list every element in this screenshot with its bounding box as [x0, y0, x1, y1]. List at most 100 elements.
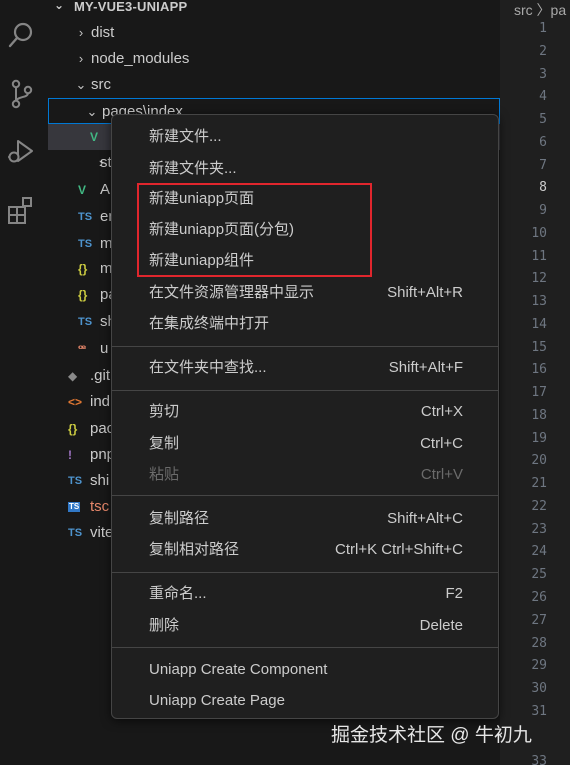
tree-item-label: st: [100, 154, 112, 171]
breadcrumb[interactable]: src 〉pa: [514, 0, 566, 20]
activity-bar: [0, 0, 48, 765]
menu-item-label: 复制相对路径: [149, 541, 240, 558]
menu-item-label: 新建文件...: [149, 128, 222, 145]
line-number: 24: [531, 544, 547, 559]
chevron-down-icon: ⌄: [75, 77, 87, 92]
ts-icon: TS: [68, 475, 83, 487]
tree-item-label: A: [100, 181, 111, 198]
menu-item-label: 粘贴: [149, 466, 180, 483]
menu-item-label: 复制: [149, 435, 180, 452]
line-number: 30: [531, 681, 547, 696]
menu-item-label: 在文件夹中查找...: [149, 359, 267, 376]
tree-item-label: u: [100, 340, 109, 357]
line-number: 9: [539, 203, 547, 218]
menu-item-label: 剪切: [149, 403, 180, 420]
menu-item-shortcut: Ctrl+X: [420, 403, 463, 420]
menu-separator: [112, 572, 498, 573]
yaml-icon: !: [68, 448, 72, 462]
menu-item[interactable]: 重命名... F2: [116, 580, 494, 608]
project-title: MY-VUE3-UNIAPP: [74, 0, 188, 14]
json-icon: {}: [78, 262, 88, 276]
search-icon[interactable]: [6, 20, 38, 52]
menu-item-label: Uniapp Create Page: [149, 692, 285, 709]
line-number: 26: [531, 590, 547, 605]
menu-item-shortcut: Shift+Alt+F: [388, 359, 463, 376]
line-number: 4: [539, 89, 547, 104]
menu-item[interactable]: 新建文件...: [116, 123, 494, 151]
run-debug-icon[interactable]: [6, 135, 38, 167]
line-number: 25: [531, 567, 547, 582]
line-number: 15: [531, 340, 547, 355]
menu-item-label: 在集成终端中打开: [149, 315, 270, 332]
line-number: 7: [539, 158, 547, 173]
json-icon: {}: [78, 288, 88, 302]
tree-item[interactable]: › dist: [48, 20, 500, 46]
menu-item[interactable]: 复制相对路径 Ctrl+K Ctrl+Shift+C: [116, 536, 494, 564]
line-number: 19: [531, 431, 547, 446]
tree-item-label: vite: [90, 524, 114, 541]
menu-item[interactable]: Uniapp Create Component: [116, 656, 494, 684]
tree-item[interactable]: ⌄ src: [48, 72, 500, 98]
line-number: 20: [531, 453, 547, 468]
highlight-annotation-box: [137, 183, 372, 277]
menu-item-shortcut: Ctrl+K Ctrl+Shift+C: [335, 541, 463, 558]
line-number: 22: [531, 499, 547, 514]
chevron-down-icon: ⌄: [54, 0, 65, 12]
line-number: 16: [531, 362, 547, 377]
line-number: 14: [531, 317, 547, 332]
project-header[interactable]: ⌄ MY-VUE3-UNIAPP: [48, 0, 500, 14]
tree-item-label: shi: [90, 472, 110, 489]
vue-icon: V: [78, 183, 87, 197]
menu-item-label: 重命名...: [149, 585, 207, 602]
menu-item-label: 新建文件夹...: [149, 160, 237, 177]
line-number: 23: [531, 522, 547, 537]
line-number: 1: [539, 21, 547, 36]
ts-icon: TS: [78, 211, 93, 223]
menu-item-shortcut: Delete: [419, 617, 463, 634]
menu-item[interactable]: 剪切 Ctrl+X: [116, 398, 494, 426]
menu-item-label: 删除: [149, 617, 180, 634]
menu-item[interactable]: Uniapp Create Page: [116, 687, 494, 715]
menu-item[interactable]: 在集成终端中打开: [116, 310, 494, 338]
vue-icon: V: [90, 130, 99, 144]
tree-item[interactable]: › node_modules: [48, 46, 500, 72]
menu-item[interactable]: 复制 Ctrl+C: [116, 430, 494, 458]
tree-item-label: src: [91, 76, 111, 93]
menu-item[interactable]: 在文件夹中查找... Shift+Alt+F: [116, 354, 494, 382]
menu-item-shortcut: Ctrl+V: [420, 466, 463, 483]
tree-item-label: dist: [91, 24, 115, 41]
line-number: 17: [531, 385, 547, 400]
source-control-icon[interactable]: [6, 78, 38, 110]
menu-item[interactable]: 删除 Delete: [116, 612, 494, 640]
tree-item-label: ind: [90, 393, 111, 410]
menu-item-shortcut: Shift+Alt+R: [387, 284, 463, 301]
menu-item[interactable]: 新建文件夹...: [116, 155, 494, 183]
menu-separator: [112, 390, 498, 391]
menu-item-shortcut: Shift+Alt+C: [387, 510, 463, 527]
menu-separator: [112, 495, 498, 496]
line-number: 5: [539, 112, 547, 127]
extensions-icon[interactable]: [6, 194, 38, 226]
line-number: 11: [531, 249, 547, 264]
line-number: 21: [531, 476, 547, 491]
menu-separator: [112, 346, 498, 347]
line-number: 12: [531, 271, 547, 286]
line-number: 28: [531, 636, 547, 651]
menu-item[interactable]: 复制路径 Shift+Alt+C: [116, 505, 494, 533]
line-number: 8: [539, 180, 547, 195]
menu-item: 粘贴 Ctrl+V: [116, 461, 494, 489]
ts-icon: TS: [68, 527, 83, 539]
line-number: 27: [531, 613, 547, 628]
html-icon: <>: [68, 395, 83, 409]
chevron-right-icon: ›: [78, 51, 84, 66]
chevron-right-icon: ›: [78, 25, 84, 40]
line-number: 13: [531, 294, 547, 309]
tree-item-label: tsc: [90, 498, 110, 515]
menu-item-label: Uniapp Create Component: [149, 661, 328, 678]
chevron-down-icon: ⌄: [86, 104, 98, 119]
tree-item-label: .git: [90, 367, 111, 384]
menu-item[interactable]: 在文件资源管理器中显示 Shift+Alt+R: [116, 279, 494, 307]
line-number: 33: [531, 754, 547, 765]
line-number: 10: [531, 226, 547, 241]
line-number: 3: [539, 67, 547, 82]
